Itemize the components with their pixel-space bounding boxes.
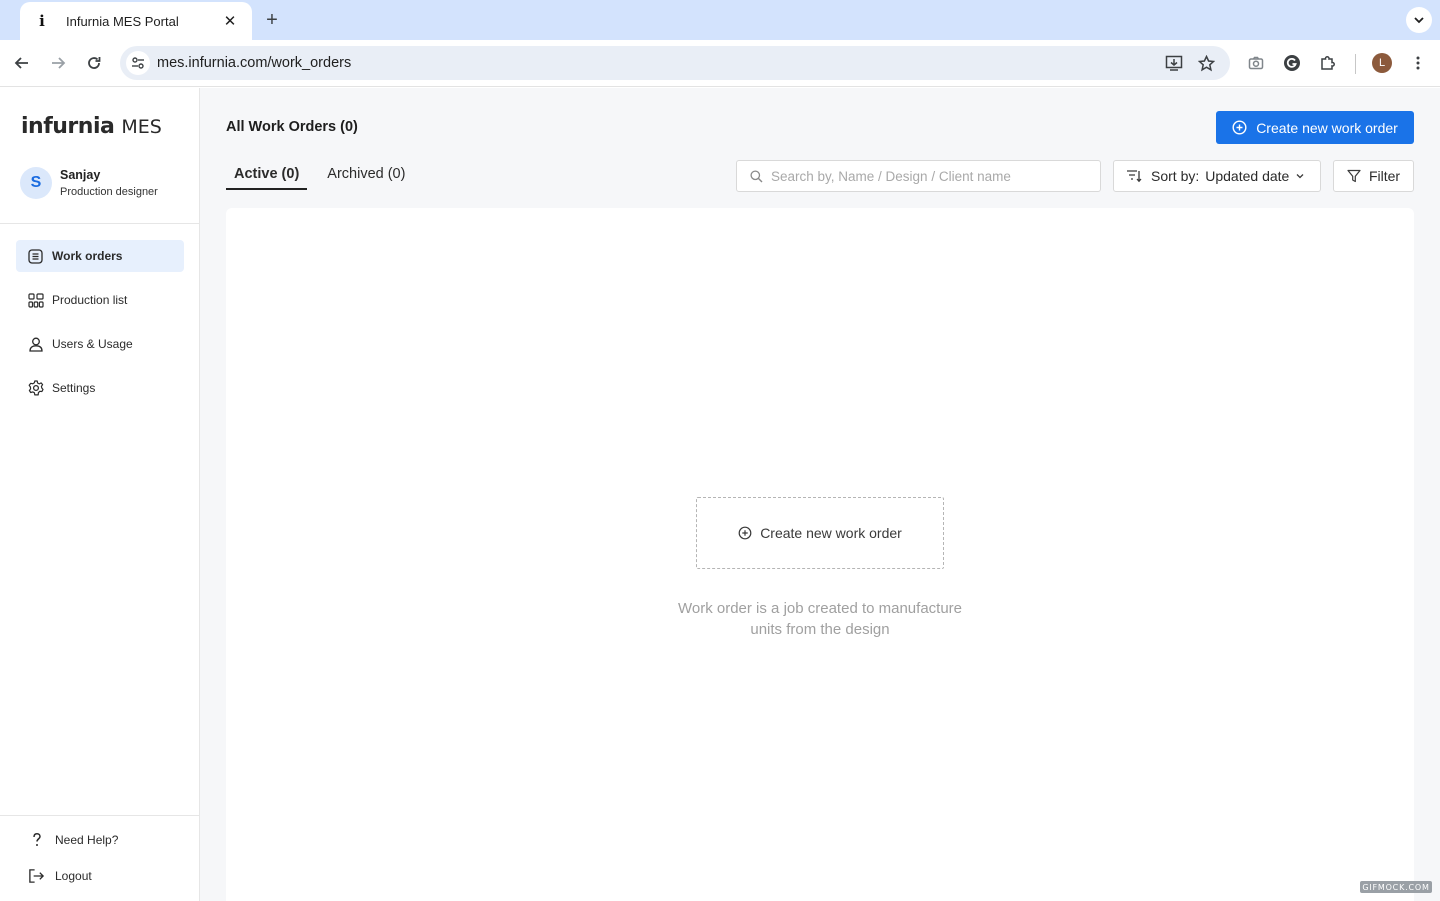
logout-label: Logout bbox=[55, 868, 92, 883]
plus-circle-icon bbox=[738, 526, 752, 540]
logo-suffix: MES bbox=[121, 116, 162, 138]
browser-tab[interactable]: i Infurnia MES Portal ✕ bbox=[20, 2, 252, 40]
arrow-left-icon bbox=[14, 57, 28, 69]
sort-prefix: Sort by: bbox=[1151, 168, 1200, 184]
sort-value: Updated date bbox=[1205, 168, 1290, 184]
install-app-icon[interactable] bbox=[1162, 51, 1186, 75]
logout-icon bbox=[28, 867, 45, 884]
back-button[interactable] bbox=[10, 51, 34, 75]
tab-title: Infurnia MES Portal bbox=[66, 13, 179, 29]
browser-tabstrip: i Infurnia MES Portal ✕ + bbox=[0, 0, 1440, 40]
search-field bbox=[736, 160, 1101, 192]
tab-search-button[interactable] bbox=[1406, 7, 1432, 33]
create-work-order-button[interactable]: Create new work order bbox=[1216, 111, 1414, 144]
favicon-icon: i bbox=[39, 12, 45, 30]
need-help-link[interactable]: Need Help? bbox=[28, 831, 118, 848]
empty-create-label: Create new work order bbox=[760, 525, 902, 541]
forward-button[interactable] bbox=[46, 51, 70, 75]
user-name: Sanjay bbox=[60, 168, 101, 182]
logo-brand: infurnia bbox=[21, 114, 115, 139]
divider bbox=[0, 815, 199, 816]
puzzle-icon bbox=[1321, 56, 1335, 70]
user-card: S Sanjay Production designer bbox=[20, 167, 158, 199]
status-tabs: Active (0) Archived (0) bbox=[226, 160, 413, 190]
list-icon bbox=[27, 248, 44, 265]
filter-icon bbox=[1347, 169, 1361, 183]
arrow-right-icon bbox=[52, 57, 66, 69]
new-tab-button[interactable]: + bbox=[262, 9, 282, 31]
tab-active[interactable]: Active (0) bbox=[226, 160, 308, 190]
camera-icon bbox=[1248, 56, 1264, 70]
browser-menu-button[interactable] bbox=[1406, 51, 1430, 75]
reload-button[interactable] bbox=[82, 51, 106, 75]
close-icon[interactable]: ✕ bbox=[220, 11, 240, 31]
user-role: Production designer bbox=[60, 186, 158, 198]
sort-dropdown[interactable]: Sort by: Updated date bbox=[1113, 160, 1321, 192]
sidebar-item-label: Users & Usage bbox=[52, 337, 133, 351]
empty-create-work-order-button[interactable]: Create new work order bbox=[696, 497, 944, 569]
filter-label: Filter bbox=[1368, 168, 1401, 184]
url-text[interactable]: mes.infurnia.com/work_orders bbox=[157, 55, 351, 71]
watermark: GIFMOCK.COM bbox=[1360, 881, 1432, 893]
main-content: All Work Orders (0) Create new work orde… bbox=[200, 88, 1440, 901]
need-help-label: Need Help? bbox=[55, 832, 119, 847]
sidebar: infurnia MES S Sanjay Production designe… bbox=[0, 88, 200, 901]
sidebar-item-production-list[interactable]: Production list bbox=[16, 284, 184, 316]
reload-icon bbox=[88, 57, 101, 69]
filter-button[interactable]: Filter bbox=[1333, 160, 1414, 192]
empty-state-description: Work order is a job created to manufactu… bbox=[677, 600, 963, 638]
site-info-icon[interactable] bbox=[126, 51, 150, 75]
sidebar-item-users-usage[interactable]: Users & Usage bbox=[16, 328, 184, 360]
profile-avatar[interactable]: L bbox=[1372, 53, 1392, 73]
logout-link[interactable]: Logout bbox=[28, 867, 92, 884]
gear-icon bbox=[27, 380, 44, 397]
search-icon bbox=[750, 169, 763, 182]
divider bbox=[0, 223, 199, 224]
extensions-button[interactable] bbox=[1316, 51, 1340, 75]
sidebar-item-work-orders[interactable]: Work orders bbox=[16, 240, 184, 272]
tab-archived[interactable]: Archived (0) bbox=[319, 160, 413, 190]
avatar: S bbox=[20, 167, 52, 199]
search-input[interactable] bbox=[771, 168, 1091, 184]
grammarly-icon bbox=[1284, 55, 1300, 71]
toolbar-divider bbox=[1355, 54, 1356, 74]
question-icon bbox=[28, 831, 45, 848]
app-logo[interactable]: infurnia MES bbox=[21, 114, 162, 139]
create-work-order-label: Create new work order bbox=[1256, 119, 1398, 136]
kebab-menu-icon bbox=[1416, 56, 1420, 70]
sidebar-item-settings[interactable]: Settings bbox=[16, 372, 184, 404]
page-title: All Work Orders (0) bbox=[226, 119, 358, 135]
browser-toolbar: mes.infurnia.com/work_orders L bbox=[0, 40, 1440, 87]
sidebar-item-label: Production list bbox=[52, 293, 128, 307]
bookmark-star-icon[interactable] bbox=[1194, 51, 1218, 75]
address-bar[interactable]: mes.infurnia.com/work_orders bbox=[120, 46, 1230, 80]
sort-icon bbox=[1127, 170, 1142, 183]
sidebar-item-label: Work orders bbox=[52, 249, 123, 263]
chevron-down-icon bbox=[1296, 174, 1304, 179]
work-orders-panel: Create new work order Work order is a jo… bbox=[226, 208, 1414, 901]
grid-icon bbox=[27, 292, 44, 309]
camera-extension-button[interactable] bbox=[1244, 51, 1268, 75]
grammarly-extension-button[interactable] bbox=[1280, 51, 1304, 75]
plus-circle-icon bbox=[1232, 120, 1247, 135]
sidebar-item-label: Settings bbox=[52, 381, 96, 395]
chevron-down-icon bbox=[1414, 17, 1424, 24]
user-icon bbox=[27, 336, 44, 353]
